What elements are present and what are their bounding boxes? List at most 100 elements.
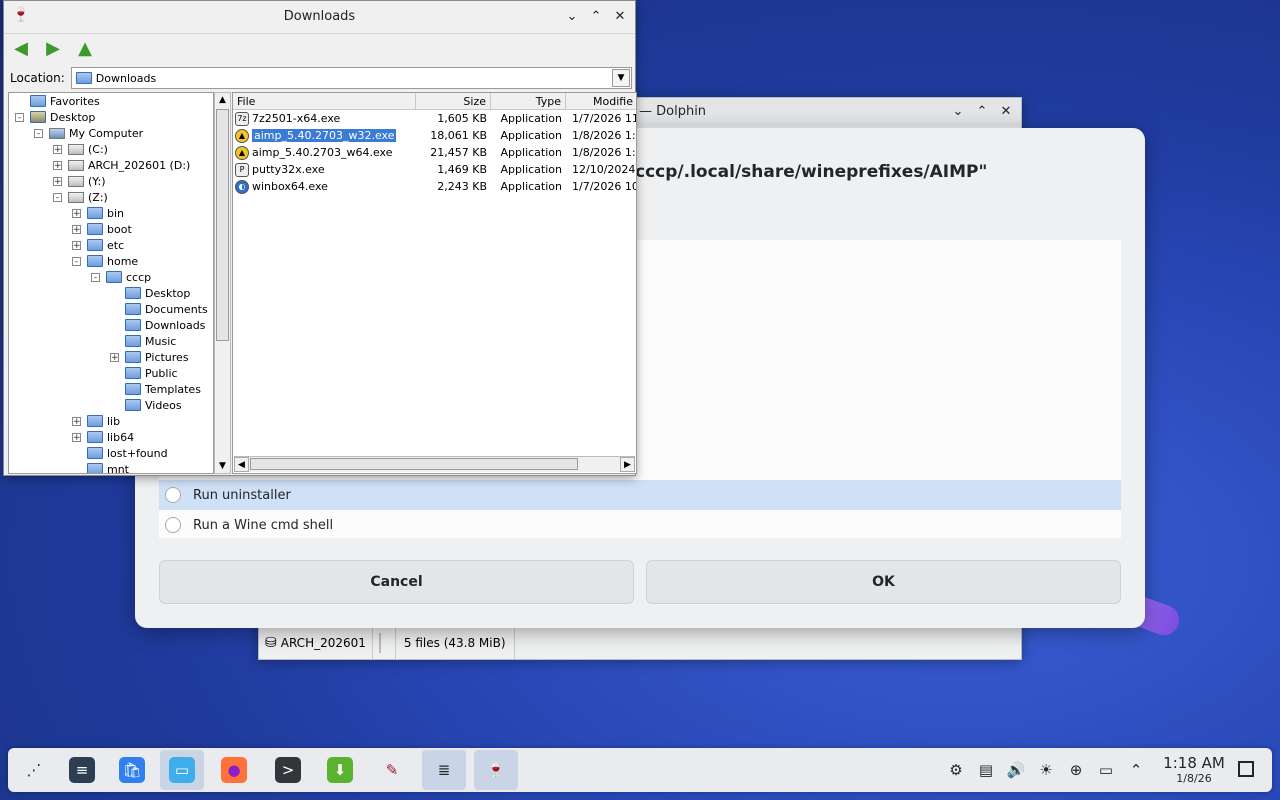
tree-item[interactable]: Public [110, 365, 178, 381]
show-desktop-icon[interactable] [1238, 761, 1254, 777]
tree-item[interactable]: mnt [72, 461, 129, 473]
expand-icon[interactable]: + [72, 432, 81, 442]
location-combobox[interactable]: Downloads ▼ [70, 67, 632, 89]
collapse-icon[interactable]: - [72, 256, 81, 266]
tree-item[interactable]: Templates [110, 381, 201, 397]
expand-icon[interactable]: + [72, 416, 81, 426]
file-row[interactable]: ▲ aimp_5.40.2703_w64.exe 21,457 KB Applicat… [233, 144, 636, 161]
file-name-cell[interactable]: ▲ aimp_5.40.2703_w32.exe [235, 127, 415, 144]
wine-tray-icon[interactable]: ⚙ [946, 760, 966, 780]
taskbar-app[interactable]: ≣ [422, 750, 466, 790]
tree-item[interactable]: Desktop [110, 285, 190, 301]
taskbar-app[interactable]: ⬇ [318, 750, 362, 790]
status-drive[interactable]: ⛁ ARCH_202601 [259, 627, 373, 659]
network-icon[interactable]: ⊕ [1066, 760, 1086, 780]
tree-item[interactable]: - (Z:) [53, 189, 108, 205]
column-modified[interactable]: Modifie [566, 93, 636, 109]
file-row[interactable]: ◐ winbox64.exe 2,243 KB Application 1/7/2026… [233, 178, 636, 195]
tree-item[interactable]: + lib64 [72, 429, 134, 445]
tree-item[interactable]: - My Computer [34, 125, 143, 141]
up-arrow-icon[interactable]: ▲ [74, 37, 96, 59]
expand-icon[interactable]: + [72, 208, 81, 218]
column-type[interactable]: Type [491, 93, 566, 109]
tree-item[interactable]: Downloads [110, 317, 205, 333]
tree-item[interactable]: - Desktop [15, 109, 95, 125]
clock[interactable]: 1:18 AM 1/8/26 [1156, 754, 1232, 785]
collapse-icon[interactable]: - [91, 272, 100, 282]
scroll-right-icon[interactable]: ▶ [620, 457, 635, 472]
scroll-up-icon[interactable]: ▲ [215, 93, 230, 107]
radio-button[interactable] [165, 517, 181, 533]
tree-item[interactable]: + etc [72, 237, 124, 253]
tree-vertical-scrollbar[interactable]: ▲ ▼ [214, 92, 231, 474]
file-name-cell[interactable]: Pputty32x.exe [235, 161, 415, 178]
option-run-uninstaller[interactable]: Run uninstaller [159, 480, 1121, 510]
taskbar-app[interactable]: 🛍 [110, 750, 154, 790]
collapse-icon[interactable]: - [15, 112, 24, 122]
volume-icon[interactable]: 🔊 [1006, 760, 1026, 780]
radio-button[interactable] [165, 487, 181, 503]
expand-icon[interactable]: + [53, 160, 62, 170]
ok-button[interactable]: OK [646, 560, 1121, 604]
scroll-thumb[interactable] [216, 109, 229, 341]
tree-item[interactable]: + Pictures [110, 349, 189, 365]
file-row[interactable]: 7z 7z2501-x64.exe 1,605 KB Application 1/7/2… [233, 110, 636, 127]
tree-item[interactable]: Documents [110, 301, 208, 317]
collapse-icon[interactable]: - [53, 192, 62, 202]
wine-titlebar[interactable]: 🍷 Downloads ⌄ ⌃ ✕ [4, 1, 635, 34]
back-arrow-icon[interactable]: ◀ [10, 37, 32, 59]
taskbar-app[interactable]: ⋰ [12, 750, 56, 790]
tree-item[interactable]: - home [72, 253, 138, 269]
taskbar-app[interactable]: 🍷 [474, 750, 518, 790]
option-run-cmd-shell[interactable]: Run a Wine cmd shell [159, 510, 1121, 540]
chevron-down-icon[interactable]: ▼ [612, 69, 630, 87]
minimize-icon[interactable]: ⌄ [949, 102, 967, 120]
expand-icon[interactable]: + [72, 240, 81, 250]
maximize-icon[interactable]: ⌃ [973, 102, 991, 120]
tree-item[interactable]: Music [110, 333, 176, 349]
taskbar-app[interactable]: ▭ [160, 750, 204, 790]
cancel-button[interactable]: Cancel [159, 560, 634, 604]
wine-explorer-window[interactable]: 🍷 Downloads ⌄ ⌃ ✕ ◀ ▶ ▲ Location: Downlo… [3, 0, 637, 476]
tree-item[interactable]: + bin [72, 205, 124, 221]
taskbar-app[interactable]: ≡ [60, 750, 104, 790]
scroll-left-icon[interactable]: ◀ [234, 457, 249, 472]
column-size[interactable]: Size [416, 93, 491, 109]
brightness-icon[interactable]: ☀ [1036, 760, 1056, 780]
clipboard-icon[interactable]: ▤ [976, 760, 996, 780]
tree-item[interactable]: + boot [72, 221, 132, 237]
tree-item[interactable]: + (Y:) [53, 173, 106, 189]
forward-arrow-icon[interactable]: ▶ [42, 37, 64, 59]
close-icon[interactable]: ✕ [997, 102, 1015, 120]
expand-icon[interactable]: + [110, 352, 119, 362]
display-icon[interactable]: ▭ [1096, 760, 1116, 780]
file-row[interactable]: Pputty32x.exe 1,469 KB Application 12/10/20… [233, 161, 636, 178]
folder-tree[interactable]: Favorites - Desktop - My Computer + (C:) + ARCH_… [8, 92, 214, 474]
expand-icon[interactable]: + [53, 144, 62, 154]
file-name-cell[interactable]: ◐ winbox64.exe [235, 178, 415, 195]
minimize-icon[interactable]: ⌄ [563, 7, 581, 25]
tree-item[interactable]: + (C:) [53, 141, 108, 157]
file-name-cell[interactable]: 7z 7z2501-x64.exe [235, 110, 415, 127]
scroll-down-icon[interactable]: ▼ [215, 459, 230, 473]
list-horizontal-scrollbar[interactable]: ◀ ▶ [234, 456, 635, 472]
tree-item[interactable]: lost+found [72, 445, 168, 461]
tree-item[interactable]: + ARCH_202601 (D:) [53, 157, 190, 173]
maximize-icon[interactable]: ⌃ [587, 7, 605, 25]
close-icon[interactable]: ✕ [611, 7, 629, 25]
collapse-icon[interactable]: - [34, 128, 43, 138]
file-list[interactable]: File Size Type Modifie ◀ ▶ 7z 7z2501-x64.… [232, 92, 637, 474]
expand-icon[interactable]: + [72, 224, 81, 234]
tree-item[interactable]: Favorites [15, 93, 100, 109]
taskbar-app[interactable]: > [266, 750, 310, 790]
scroll-thumb[interactable] [250, 458, 578, 470]
file-name-cell[interactable]: ▲ aimp_5.40.2703_w64.exe [235, 144, 415, 161]
taskbar-app[interactable]: ● [212, 750, 256, 790]
tree-item[interactable]: + lib [72, 413, 120, 429]
tree-item[interactable]: Videos [110, 397, 182, 413]
file-row[interactable]: ▲ aimp_5.40.2703_w32.exe 18,061 KB Applicat… [233, 127, 636, 144]
expand-icon[interactable]: + [53, 176, 62, 186]
tree-item[interactable]: - cccp [91, 269, 151, 285]
splitter-handle[interactable] [378, 633, 389, 653]
column-file[interactable]: File [233, 93, 416, 109]
